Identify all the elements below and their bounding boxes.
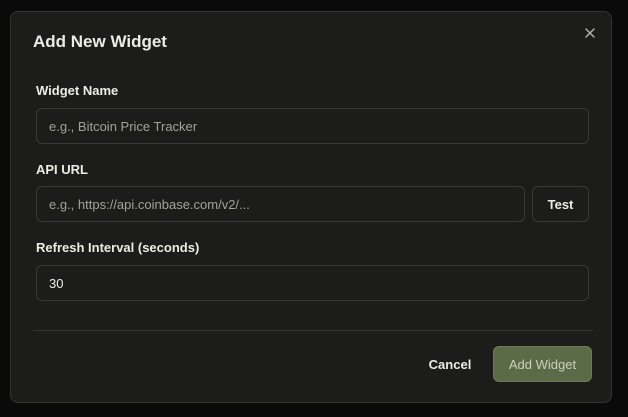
add-widget-dialog: Add New Widget Widget Name API URL Test … <box>10 11 612 403</box>
api-url-label: API URL <box>36 162 88 177</box>
widget-name-input[interactable] <box>36 108 589 144</box>
refresh-interval-label: Refresh Interval (seconds) <box>36 240 200 255</box>
dialog-title: Add New Widget <box>33 32 167 51</box>
cancel-button[interactable]: Cancel <box>416 346 484 382</box>
refresh-interval-input[interactable] <box>36 265 589 301</box>
add-widget-button[interactable]: Add Widget <box>493 346 592 382</box>
close-icon <box>585 28 595 38</box>
close-button[interactable] <box>583 26 597 40</box>
footer-divider <box>33 330 593 331</box>
test-button[interactable]: Test <box>532 186 589 222</box>
widget-name-label: Widget Name <box>36 83 119 98</box>
api-url-input[interactable] <box>36 186 525 222</box>
